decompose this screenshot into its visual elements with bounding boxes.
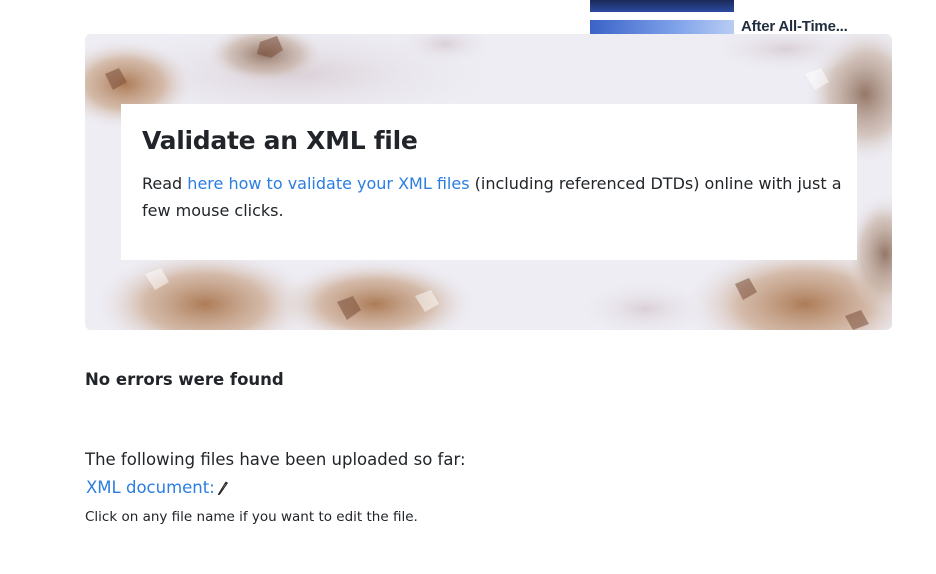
- hero-text-before: Read: [142, 174, 188, 193]
- hero-banner: Validate an XML file Read here how to va…: [85, 34, 892, 330]
- page: After All-Time... Validate an XML file R…: [0, 0, 936, 574]
- news-thumbnail-top[interactable]: [590, 0, 734, 12]
- file-link-label: XML document:: [86, 478, 215, 497]
- uploaded-files-intro: The following files have been uploaded s…: [85, 450, 466, 469]
- pencil-icon: [217, 481, 228, 495]
- validate-how-to-link[interactable]: here how to validate your XML files: [187, 174, 469, 193]
- validation-result-message: No errors were found: [85, 370, 284, 389]
- hero-card: Validate an XML file Read here how to va…: [121, 104, 857, 260]
- file-link-xml-document[interactable]: XML document:: [86, 478, 228, 497]
- news-title-link[interactable]: After All-Time...: [741, 18, 848, 35]
- edit-hint-text: Click on any file name if you want to ed…: [85, 509, 418, 525]
- hero-description: Read here how to validate your XML files…: [142, 170, 842, 224]
- news-thumbnail[interactable]: [590, 20, 734, 34]
- hero-title: Validate an XML file: [142, 126, 418, 155]
